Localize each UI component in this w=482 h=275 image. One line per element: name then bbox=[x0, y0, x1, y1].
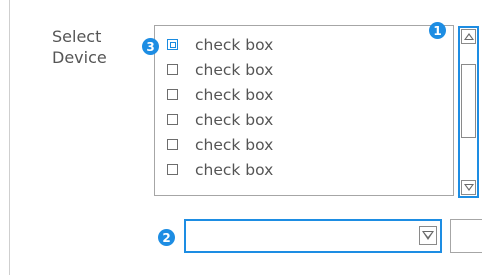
vertical-scrollbar[interactable] bbox=[458, 26, 479, 198]
list-item-label: check box bbox=[195, 160, 274, 179]
list-item[interactable]: check box bbox=[167, 57, 273, 82]
scroll-up-button[interactable] bbox=[461, 29, 476, 44]
triangle-down-icon bbox=[422, 231, 434, 240]
select-device-label: Select Device bbox=[52, 27, 107, 67]
scroll-down-button[interactable] bbox=[461, 180, 476, 195]
list-item[interactable]: check box bbox=[167, 82, 273, 107]
list-item[interactable]: check box bbox=[167, 157, 273, 182]
checkbox[interactable] bbox=[167, 139, 178, 150]
list-item-label: check box bbox=[195, 110, 274, 129]
callout-badge-scrollbar: 1 bbox=[429, 22, 446, 39]
device-listbox[interactable]: check box check box check box check box … bbox=[154, 25, 454, 196]
checkbox-focused[interactable] bbox=[167, 39, 178, 50]
list-item[interactable]: check box bbox=[167, 107, 273, 132]
scroll-thumb[interactable] bbox=[461, 64, 476, 138]
window-left-edge bbox=[0, 0, 10, 275]
checkbox[interactable] bbox=[167, 89, 178, 100]
list-item-label: check box bbox=[195, 85, 274, 104]
dropdown-arrow-button[interactable] bbox=[419, 226, 437, 245]
checkbox-list: check box check box check box check box … bbox=[167, 32, 273, 182]
checkbox[interactable] bbox=[167, 64, 178, 75]
list-item[interactable]: check box bbox=[167, 132, 273, 157]
triangle-up-icon bbox=[463, 33, 474, 40]
list-item[interactable]: check box bbox=[167, 32, 273, 57]
list-item-label: check box bbox=[195, 60, 274, 79]
triangle-down-icon bbox=[463, 184, 474, 191]
list-item-label: check box bbox=[195, 135, 274, 154]
device-dropdown[interactable] bbox=[184, 219, 442, 253]
callout-badge-first-item: 3 bbox=[142, 38, 159, 55]
checkbox[interactable] bbox=[167, 164, 178, 175]
callout-badge-dropdown: 2 bbox=[158, 229, 175, 246]
list-item-label: check box bbox=[195, 35, 274, 54]
checkbox[interactable] bbox=[167, 114, 178, 125]
adjacent-input-box[interactable] bbox=[450, 219, 482, 253]
